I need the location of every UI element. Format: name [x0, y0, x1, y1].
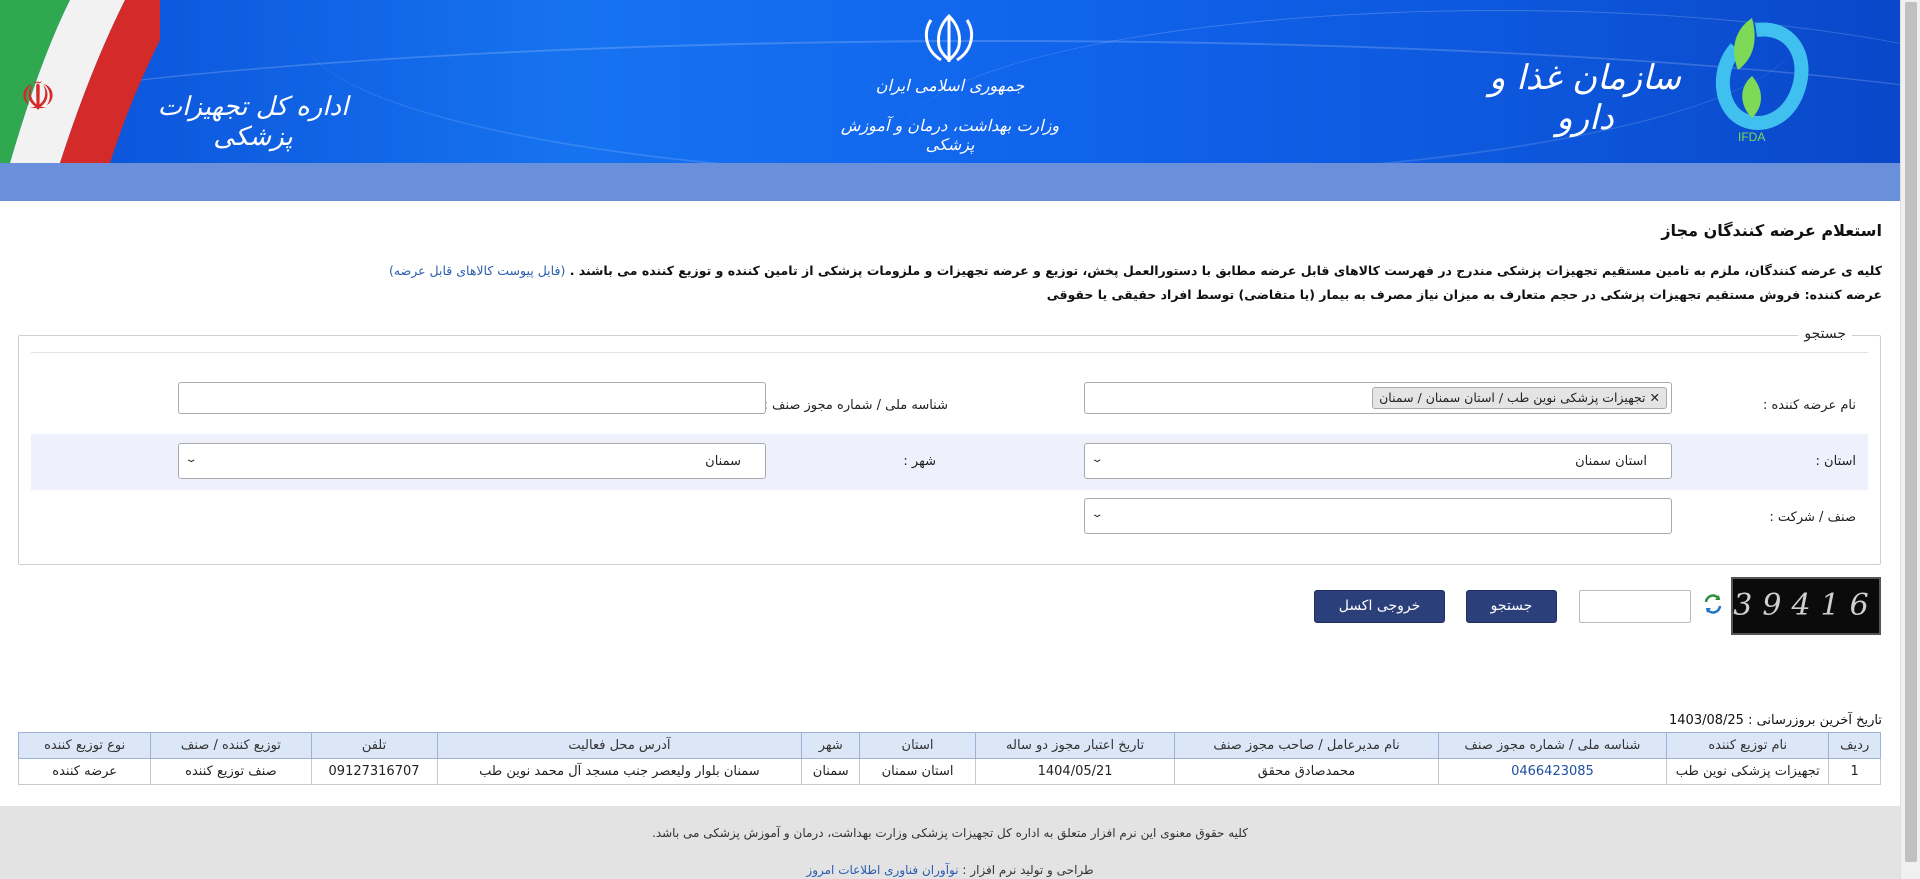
supplier-name-label: نام عرضه کننده :: [1762, 398, 1856, 413]
column-header: نوع توزیع کننده: [17, 732, 152, 759]
description-text: کلیه ی عرضه کنندگان، ملزم به تامین مستقی…: [569, 263, 1882, 278]
city-select[interactable]: سمنان ⌄: [178, 443, 766, 479]
table-header-row: ردیف نام توزیع کننده شناسه ملی / شماره م…: [17, 732, 1881, 759]
description-line1: کلیه ی عرضه کنندگان، ملزم به تامین مستقی…: [389, 263, 1882, 278]
attachment-link[interactable]: (فایل پیوست کالاهای قابل عرضه): [389, 263, 565, 278]
national-id-cell: 0466423085: [1437, 758, 1668, 785]
captcha-image: 39416: [1731, 577, 1881, 635]
province-label: استان :: [1815, 454, 1856, 469]
search-button[interactable]: جستجو: [1466, 590, 1557, 623]
svg-text:☫: ☫: [20, 74, 56, 120]
last-update-date: تاریخ آخرین بروزرسانی : 1403/08/25: [1669, 713, 1882, 728]
remove-tag-icon[interactable]: ✕: [1650, 390, 1660, 405]
table-row: 1 تجهیزات پزشکی نوین طب 0466423085 محمدص…: [17, 758, 1881, 785]
ifda-logo-icon: [1716, 18, 1809, 130]
search-row-1: نام عرضه کننده : ✕تجهیزات پزشکی نوین طب …: [31, 378, 1868, 434]
gov-name-line1: جمهوری اسلامی ایران: [875, 76, 1025, 95]
national-id-link[interactable]: 0466423085: [1511, 764, 1594, 779]
search-row-3: صنف / شرکت : ⌄: [31, 490, 1868, 546]
developer-link[interactable]: نوآوران فناوری اطلاعات امروز: [806, 863, 958, 877]
phone-cell: 09127316707: [310, 758, 438, 785]
supplier-name-select[interactable]: ✕تجهیزات پزشکی نوین طب / استان سمنان / س…: [1084, 382, 1672, 414]
main-content: استعلام عرضه کنندگان مجاز کلیه ی عرضه کن…: [0, 201, 1900, 806]
refresh-captcha-icon[interactable]: [1702, 593, 1724, 615]
city-label: شهر :: [903, 454, 936, 469]
organization-title: سازمان غذا و دارو: [1489, 58, 1681, 138]
copyright-text: کلیه حقوق معنوی این نرم افزار متعلق به ا…: [652, 826, 1248, 840]
column-header: تاریخ اعتبار مجوز دو ساله: [974, 732, 1176, 759]
license-expiry: 1404/05/21: [974, 758, 1176, 785]
address-cell: سمنان بلوار ولیعصر جنب مسجد آل محمد نوین…: [436, 758, 803, 785]
supplier-kind-cell: عرضه کننده: [17, 758, 152, 785]
excel-export-button[interactable]: خروجی اکسل: [1314, 590, 1445, 623]
distributor-type-cell: صنف توزیع کننده: [150, 758, 312, 785]
search-row-2: استان : استان سمنان ⌄ شهر : سمنان ⌄: [31, 434, 1868, 490]
credit-line: طراحی و تولید نرم افزار : نوآوران فناوری…: [0, 863, 1900, 877]
vertical-scrollbar[interactable]: [1900, 0, 1920, 879]
row-number: 1: [1828, 758, 1881, 785]
chevron-down-icon: ⌄: [1090, 454, 1104, 465]
chevron-down-icon: ⌄: [1090, 509, 1104, 520]
manager-name: محمدصادق محقق: [1174, 758, 1439, 785]
emblem-icon: [924, 13, 974, 63]
logo-caption: IFDA: [1738, 130, 1766, 144]
description-line2: عرضه کننده: فروش مستقیم تجهیزات پزشکی در…: [1046, 287, 1882, 302]
column-header: توزیع کننده / صنف: [150, 732, 312, 759]
column-header: شهر: [801, 732, 861, 759]
column-header: نام مدیرعامل / صاحب مجوز صنف: [1174, 732, 1439, 759]
column-header: استان: [859, 732, 976, 759]
results-table: ردیف نام توزیع کننده شناسه ملی / شماره م…: [17, 732, 1881, 785]
province-select[interactable]: استان سمنان ⌄: [1084, 443, 1672, 479]
credit-prefix: طراحی و تولید نرم افزار :: [962, 863, 1094, 877]
supplier-name-tag[interactable]: ✕تجهیزات پزشکی نوین طب / استان سمنان / س…: [1372, 387, 1667, 409]
search-fieldset: جستجو نام عرضه کننده : ✕تجهیزات پزشکی نو…: [18, 326, 1881, 565]
department-title: اداره کل تجهیزات پزشکی: [157, 92, 349, 152]
column-header: شناسه ملی / شماره مجوز صنف: [1437, 732, 1668, 759]
column-header: آدرس محل فعالیت: [436, 732, 803, 759]
national-id-label: شناسه ملی / شماره مجوز صنف :: [763, 398, 948, 413]
column-header: نام توزیع کننده: [1666, 732, 1830, 759]
gov-name-line2: وزارت بهداشت، درمان و آموزش پزشکی: [840, 116, 1060, 154]
page-title: استعلام عرضه کنندگان مجاز: [1661, 221, 1882, 240]
site-footer: کلیه حقوق معنوی این نرم افزار متعلق به ا…: [0, 806, 1900, 879]
city-cell: سمنان: [801, 758, 861, 785]
header-subbar: [0, 163, 1900, 201]
province-cell: استان سمنان: [859, 758, 976, 785]
search-legend: جستجو: [1798, 326, 1852, 342]
scrollbar-thumb[interactable]: [1905, 2, 1917, 862]
national-id-input[interactable]: [178, 382, 766, 414]
site-header: ☫ اداره کل تجهیزات پزشکی جمهوری اسلامی ا…: [0, 0, 1900, 201]
chevron-down-icon: ⌄: [184, 454, 198, 465]
column-header: ردیف: [1828, 732, 1881, 759]
column-header: تلفن: [310, 732, 438, 759]
captcha-input[interactable]: [1579, 590, 1691, 623]
guild-select[interactable]: ⌄: [1084, 498, 1672, 534]
guild-label: صنف / شرکت :: [1769, 510, 1856, 525]
header-banner: ☫ اداره کل تجهیزات پزشکی جمهوری اسلامی ا…: [0, 0, 1900, 163]
iran-flag-image: ☫: [0, 0, 160, 163]
distributor-name: تجهیزات پزشکی نوین طب: [1666, 758, 1830, 785]
